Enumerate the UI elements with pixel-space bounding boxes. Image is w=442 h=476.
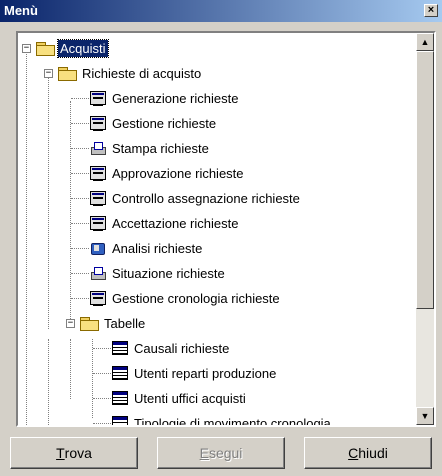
table-icon [112,366,128,380]
analysis-icon [90,241,106,255]
print-icon [90,141,106,155]
tree-node-label: Controllo assegnazione richieste [112,190,300,206]
tree-node-label: Richieste di acquisto [82,65,202,81]
window-title: Menù [4,3,38,18]
form-icon [90,116,106,131]
tree-node-label: Utenti uffici acquisti [134,390,246,406]
tree-node-label: Situazione richieste [112,265,225,281]
close-accelerator: C [348,445,359,461]
close-dialog-button[interactable]: Chiudi [304,437,432,469]
tree-node-label: Approvazione richieste [112,165,244,181]
table-icon [112,391,128,405]
scroll-down-button[interactable]: ▼ [416,407,434,425]
tree-node-generazione-richieste[interactable]: Generazione richieste [18,86,240,110]
find-button[interactable]: Trova [10,437,138,469]
folder-open-icon [36,41,55,56]
tree-node-analisi-richieste[interactable]: Analisi richieste [18,236,204,260]
tree-node-situazione-richieste[interactable]: Situazione richieste [18,261,227,285]
folder-open-icon [58,66,77,81]
tree-line [71,273,89,274]
close-button[interactable]: × [424,4,438,17]
tree-node-label: Acquisti [57,38,109,58]
vertical-scrollbar[interactable]: ▲ ▼ [416,33,434,425]
close-label: hiudi [358,445,388,461]
form-icon [90,91,106,106]
menu-tree[interactable]: − Acquisti − Richieste di acquisto Gener… [16,31,436,427]
tree-line [71,298,89,299]
tree-node-label: Generazione richieste [112,90,239,106]
arrow-down-icon: ▼ [420,411,430,421]
find-label: rova [64,445,92,461]
find-accelerator: T [56,445,65,461]
scroll-thumb[interactable] [416,51,434,309]
tree-node-label: Utenti reparti produzione [134,365,277,381]
tree-node-tipologie-movimento[interactable]: Tipologie di movimento cronologia [18,411,333,425]
tree-node-utenti-uffici[interactable]: Utenti uffici acquisti [18,386,248,410]
tree-line [93,373,111,374]
tree-node-label: Stampa richieste [112,140,209,156]
scroll-up-button[interactable]: ▲ [416,33,434,51]
tree-node-controllo-assegnazione[interactable]: Controllo assegnazione richieste [18,186,302,210]
tree-line [71,223,89,224]
tree-line [71,248,89,249]
tree-node-label: Tabelle [104,315,146,331]
tree-node-label: Tipologie di movimento cronologia [134,415,331,426]
collapse-icon[interactable]: − [22,44,31,53]
form-icon [90,291,106,306]
tree-line [71,148,89,149]
tree-node-label: Analisi richieste [112,240,203,256]
close-icon: × [427,4,435,16]
collapse-icon[interactable]: − [66,319,75,328]
tree-line [93,398,111,399]
form-icon [90,216,106,231]
table-icon [112,341,128,355]
folder-open-icon [80,316,99,331]
tree-node-accettazione-richieste[interactable]: Accettazione richieste [18,211,240,235]
tree-line [71,198,89,199]
form-icon [90,191,106,206]
tree-node-approvazione-richieste[interactable]: Approvazione richieste [18,161,246,185]
form-icon [90,166,106,181]
tree-node-acquisti[interactable]: − Acquisti [18,36,109,60]
tree-node-label: Accettazione richieste [112,215,239,231]
tree-line [93,423,111,424]
tree-node-label: Gestione cronologia richieste [112,290,280,306]
tree-line [71,173,89,174]
arrow-up-icon: ▲ [420,37,430,47]
tree-node-label: Causali richieste [134,340,230,356]
print-icon [90,266,106,280]
run-accelerator: E [199,445,209,461]
tree-line [71,123,89,124]
tree-node-gestione-richieste[interactable]: Gestione richieste [18,111,218,135]
tree-line [71,98,89,99]
tree-node-gestione-cronologia[interactable]: Gestione cronologia richieste [18,286,282,310]
collapse-icon[interactable]: − [44,69,53,78]
tree-node-stampa-richieste[interactable]: Stampa richieste [18,136,211,160]
tree-node-causali-richieste[interactable]: Causali richieste [18,336,231,360]
tree-line [93,348,111,349]
tree-node-utenti-reparti[interactable]: Utenti reparti produzione [18,361,278,385]
table-icon [112,416,128,425]
tree-content: − Acquisti − Richieste di acquisto Gener… [18,33,416,425]
run-button[interactable]: Esegui [157,437,285,469]
tree-node-label: Gestione richieste [112,115,217,131]
tree-node-richieste-di-acquisto[interactable]: − Richieste di acquisto [18,61,203,85]
run-label: segui [208,445,243,461]
title-bar: Menù × [0,0,442,22]
tree-node-tabelle[interactable]: − Tabelle [18,311,147,335]
